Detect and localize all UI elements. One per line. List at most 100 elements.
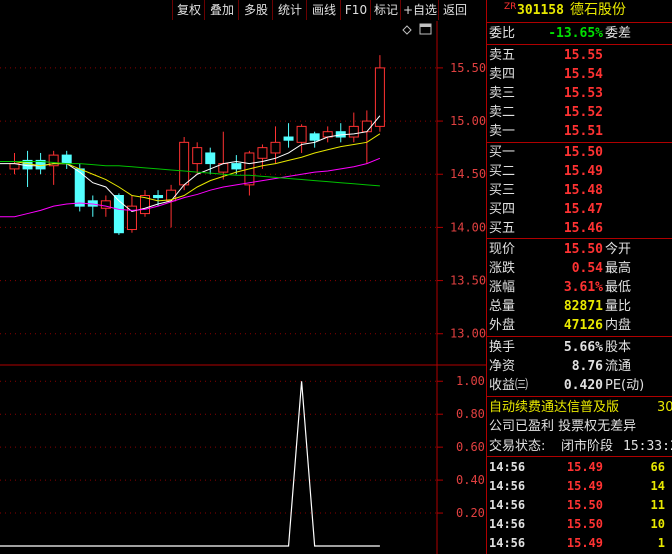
fundamental-value: 8.76 bbox=[571, 359, 603, 374]
candle bbox=[35, 152, 46, 175]
bid-row[interactable]: 买三 15.48 bbox=[487, 181, 672, 200]
bid-row[interactable]: 买一 15.50 bbox=[487, 143, 672, 162]
ask-price: 15.54 bbox=[563, 67, 603, 82]
stat-label-2: 今开 bbox=[605, 242, 632, 257]
notice-row: 公司已盈利 投票权无差异 bbox=[487, 417, 672, 436]
fundamental-label: 净资 bbox=[489, 359, 516, 374]
stat-label: 涨幅 bbox=[489, 280, 516, 295]
candle bbox=[296, 124, 307, 153]
fundamental-row: 收益㈢ 0.420 PE(动) bbox=[487, 376, 672, 395]
toolbar-button[interactable]: 多股 bbox=[238, 0, 273, 20]
bid-price: 15.46 bbox=[563, 221, 603, 236]
candle bbox=[113, 193, 124, 235]
tick-time: 14:56 bbox=[489, 479, 526, 493]
tick-volume: 1 bbox=[657, 536, 665, 550]
sub-tick-label: 1.00 bbox=[456, 374, 485, 388]
ask-price: 15.52 bbox=[563, 105, 603, 120]
price-gridlines bbox=[0, 67, 437, 335]
toolbar-button[interactable]: 标记 bbox=[370, 0, 401, 20]
toolbar-button[interactable]: F10 bbox=[340, 0, 371, 20]
candle bbox=[283, 123, 294, 148]
tick-time: 14:56 bbox=[489, 536, 526, 550]
toolbar-button[interactable]: 叠加 bbox=[204, 0, 239, 20]
stock-name[interactable]: 德石股份 bbox=[570, 1, 626, 20]
ask-price: 15.53 bbox=[563, 86, 603, 101]
stat-value: 0.54 bbox=[571, 261, 603, 276]
candle bbox=[140, 190, 150, 217]
sub-tick-label: 0.20 bbox=[456, 506, 485, 520]
toolbar-button[interactable]: 画线 bbox=[306, 0, 341, 20]
toolbar-button[interactable]: 复权 bbox=[172, 0, 205, 20]
stat-label: 外盘 bbox=[489, 318, 516, 333]
ask-price: 15.51 bbox=[563, 124, 603, 139]
window-toggle-icon[interactable] bbox=[419, 23, 432, 35]
stock-code-prefix: ZR bbox=[504, 2, 517, 12]
toolbar-button[interactable]: 返回 bbox=[438, 0, 471, 20]
ask-row[interactable]: 卖二 15.52 bbox=[487, 103, 672, 122]
ask-label: 卖四 bbox=[489, 67, 516, 82]
tick-row: 14:56 15.49 14 bbox=[487, 477, 672, 496]
bid-price: 15.47 bbox=[563, 202, 603, 217]
price-axis-ticks: 15.50 15.00 14.50 14.00 13.50 13.00 bbox=[437, 61, 486, 341]
fundamental-label-2: PE(动) bbox=[605, 378, 645, 393]
tick-time: 14:56 bbox=[489, 517, 526, 531]
tick-price: 15.49 bbox=[566, 479, 603, 493]
sub-tick-label: 0.40 bbox=[456, 473, 485, 487]
toolbar-button[interactable]: +自选 bbox=[400, 0, 439, 20]
tick-time: 14:56 bbox=[489, 498, 526, 512]
stat-row: 外盘 47126 内盘 bbox=[487, 316, 672, 335]
stat-row: 涨跌 0.54 最高 bbox=[487, 259, 672, 278]
candle bbox=[74, 163, 85, 212]
stock-header: ZR 301158 德石股份 bbox=[487, 1, 672, 21]
divider bbox=[487, 396, 672, 397]
fundamental-value: 0.420 bbox=[563, 378, 603, 393]
stat-value: 3.61% bbox=[563, 280, 603, 295]
kline-chart-area[interactable]: 15.50 15.00 14.50 14.00 13.50 13.00 1.00 0.80 0… bbox=[0, 0, 486, 554]
weibi-row: 委比 -13.65% 委差 bbox=[487, 24, 672, 43]
bid-row[interactable]: 买四 15.47 bbox=[487, 200, 672, 219]
tick-price: 15.49 bbox=[566, 536, 603, 550]
sub-indicator-chart: 1.00 0.80 0.60 0.40 0.20 bbox=[0, 374, 485, 547]
y-tick-label: 13.50 bbox=[450, 274, 486, 288]
ask-row[interactable]: 卖三 15.53 bbox=[487, 84, 672, 103]
tick-price: 15.50 bbox=[566, 517, 603, 531]
stat-label: 涨跌 bbox=[489, 261, 516, 276]
y-tick-label: 14.00 bbox=[450, 220, 486, 234]
sub-tick-label: 0.60 bbox=[456, 440, 485, 454]
marquee-text[interactable]: 自动续费通达信普及版 bbox=[489, 398, 619, 417]
toolbar-button[interactable]: 统计 bbox=[272, 0, 307, 20]
bid-price: 15.48 bbox=[563, 183, 603, 198]
ask-label: 卖五 bbox=[489, 48, 516, 63]
bid-label: 买一 bbox=[489, 145, 516, 160]
candle bbox=[126, 195, 137, 233]
bid-label: 买二 bbox=[489, 164, 516, 179]
tick-volume: 10 bbox=[650, 517, 665, 531]
candle bbox=[244, 150, 255, 196]
candle bbox=[348, 112, 359, 143]
divider bbox=[487, 238, 672, 239]
candle bbox=[192, 142, 203, 175]
ask-row[interactable]: 卖五 15.55 bbox=[487, 46, 672, 65]
bid-label: 买四 bbox=[489, 202, 516, 217]
candle bbox=[87, 195, 98, 217]
y-tick-label: 14.50 bbox=[450, 167, 486, 181]
ask-label: 卖三 bbox=[489, 86, 516, 101]
trade-status-row: 交易状态: 闭市阶段 15:33:2 bbox=[487, 437, 672, 456]
candle bbox=[218, 131, 229, 180]
fundamental-value: 5.66% bbox=[563, 340, 603, 355]
bid-label: 买五 bbox=[489, 221, 516, 236]
weibi-value: -13.65% bbox=[548, 26, 603, 41]
stat-row: 涨幅 3.61% 最低 bbox=[487, 278, 672, 297]
marquee-row[interactable]: 自动续费通达信普及版 30 bbox=[487, 398, 672, 417]
stat-label-2: 量比 bbox=[605, 299, 632, 314]
bid-row[interactable]: 买五 15.46 bbox=[487, 219, 672, 238]
diamond-icon[interactable] bbox=[402, 25, 412, 35]
y-tick-label: 13.00 bbox=[450, 327, 486, 341]
ask-row[interactable]: 卖四 15.54 bbox=[487, 65, 672, 84]
bid-row[interactable]: 买二 15.49 bbox=[487, 162, 672, 181]
ask-row[interactable]: 卖一 15.51 bbox=[487, 122, 672, 141]
stat-label-2: 最低 bbox=[605, 280, 632, 295]
divider bbox=[487, 456, 672, 457]
candle bbox=[309, 131, 320, 148]
candle bbox=[48, 150, 59, 185]
